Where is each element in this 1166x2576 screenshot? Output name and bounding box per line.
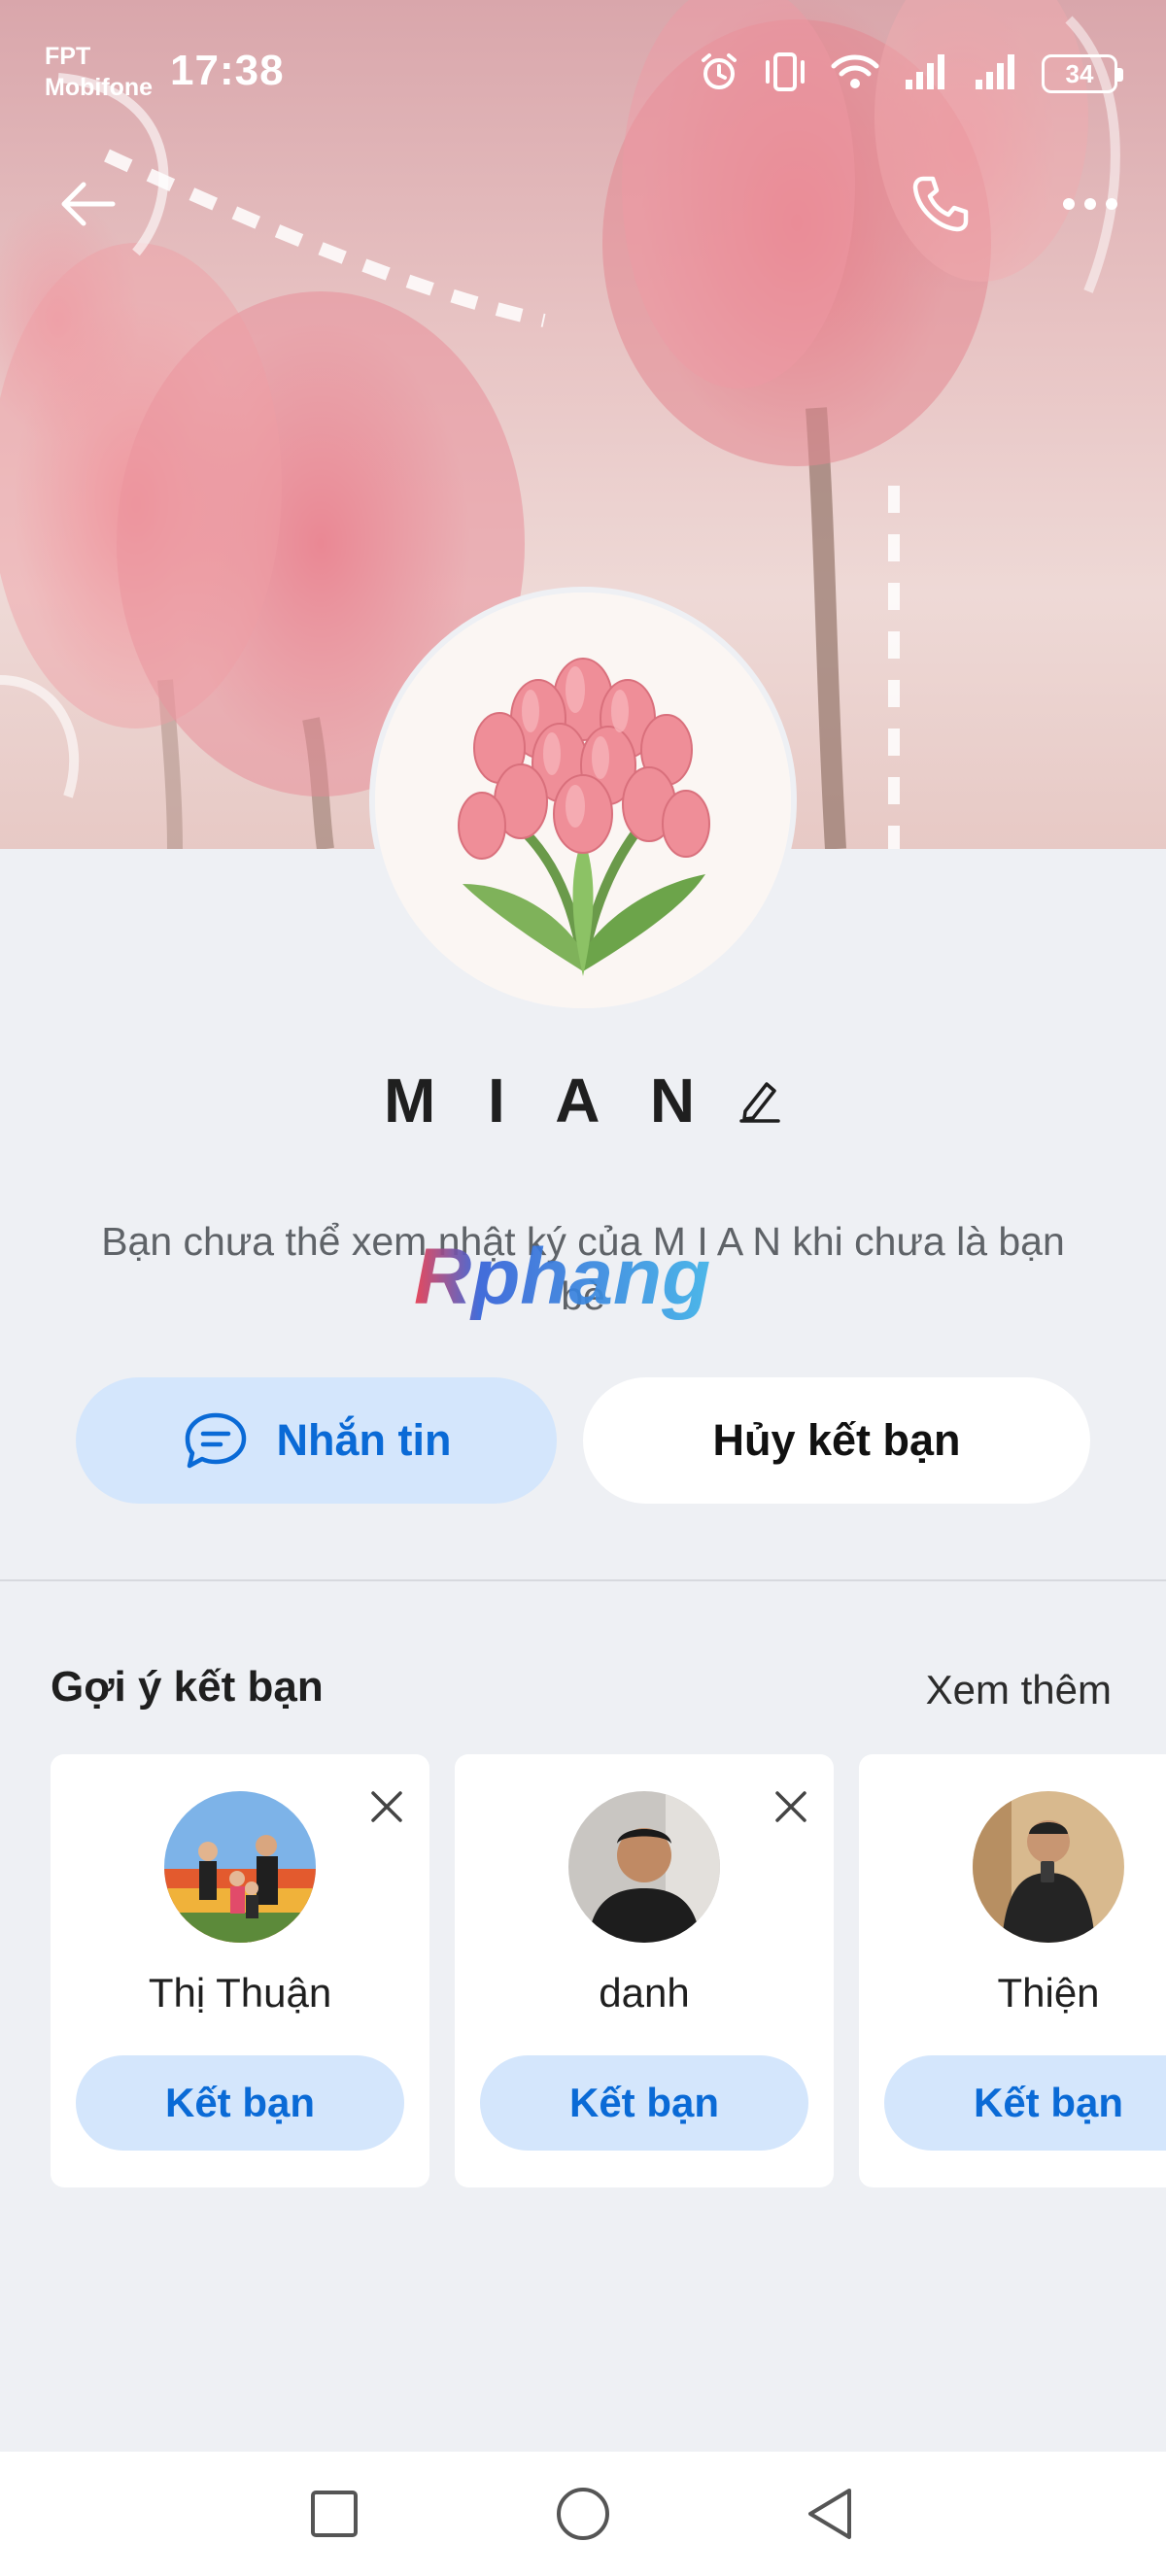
back-button[interactable] xyxy=(49,165,126,243)
phone-icon xyxy=(912,176,969,232)
vibrate-icon xyxy=(762,51,808,98)
circle-icon xyxy=(557,2488,609,2540)
suggestion-card[interactable]: Thiện Kết bạn xyxy=(859,1754,1166,2187)
triangle-back-icon xyxy=(808,2489,851,2539)
system-navigation-bar xyxy=(0,2452,1166,2576)
see-more-link[interactable]: Xem thêm xyxy=(926,1667,1112,1713)
close-icon xyxy=(775,1791,806,1822)
call-button[interactable] xyxy=(902,165,979,243)
suggestion-list[interactable]: Thị Thuận Kết bạn danh Kết bạn Thiện Kết… xyxy=(51,1754,1166,2187)
dismiss-suggestion-button[interactable] xyxy=(770,1785,812,1828)
rphang-watermark: Rphang xyxy=(414,1234,710,1321)
dismiss-suggestion-button[interactable] xyxy=(365,1785,408,1828)
clock: 17:38 xyxy=(170,47,285,94)
status-bar: FPT Mobifone 17:38 34 xyxy=(0,0,1166,136)
add-friend-button[interactable]: Kết bạn xyxy=(884,2055,1166,2151)
chat-bubble-icon xyxy=(185,1412,246,1469)
status-icons: 34 xyxy=(698,51,1123,98)
family-photo xyxy=(164,1791,316,1943)
tulip-bouquet-image xyxy=(375,593,791,1008)
suggestion-card[interactable]: danh Kết bạn xyxy=(455,1754,834,2187)
suggestion-name: danh xyxy=(599,1970,690,2016)
avatar[interactable] xyxy=(973,1791,1124,1943)
add-friend-button[interactable]: Kết bạn xyxy=(480,2055,808,2151)
carrier-label: FPT Mobifone xyxy=(45,43,154,101)
profile-name-row: M I A N xyxy=(0,1061,1166,1140)
signal-icon xyxy=(902,51,950,98)
avatar[interactable] xyxy=(369,587,797,1014)
section-divider xyxy=(0,1579,1166,1581)
battery-icon: 34 xyxy=(1042,54,1123,93)
edit-name-button[interactable] xyxy=(737,1078,782,1123)
recents-button[interactable] xyxy=(295,2475,373,2553)
avatar[interactable] xyxy=(164,1791,316,1943)
signal-icon xyxy=(972,51,1020,98)
unfriend-button[interactable]: Hủy kết bạn xyxy=(583,1377,1090,1504)
message-button-label: Nhắn tin xyxy=(276,1415,452,1465)
avatar[interactable] xyxy=(568,1791,720,1943)
person-photo xyxy=(973,1791,1124,1943)
suggestion-card[interactable]: Thị Thuận Kết bạn xyxy=(51,1754,429,2187)
profile-name: M I A N xyxy=(383,1066,713,1135)
back-nav-button[interactable] xyxy=(791,2475,869,2553)
more-horizontal-icon xyxy=(1063,198,1117,210)
unfriend-button-label: Hủy kết bạn xyxy=(712,1415,961,1465)
home-button[interactable] xyxy=(544,2475,622,2553)
close-icon xyxy=(371,1791,402,1822)
more-button[interactable] xyxy=(1051,165,1129,243)
arrow-left-icon xyxy=(61,182,116,226)
svg-text:Rphang: Rphang xyxy=(414,1234,710,1321)
suggestion-name: Thiện xyxy=(997,1970,1100,2016)
suggestion-name: Thị Thuận xyxy=(148,1970,332,2016)
add-friend-button[interactable]: Kết bạn xyxy=(76,2055,404,2151)
wifi-icon xyxy=(830,51,880,98)
alarm-icon xyxy=(698,51,740,98)
pencil-icon xyxy=(739,1082,780,1123)
suggestions-title: Gợi ý kết bạn xyxy=(51,1663,324,1711)
message-button[interactable]: Nhắn tin xyxy=(76,1377,557,1504)
square-icon xyxy=(311,2491,358,2537)
person-photo xyxy=(568,1791,720,1943)
